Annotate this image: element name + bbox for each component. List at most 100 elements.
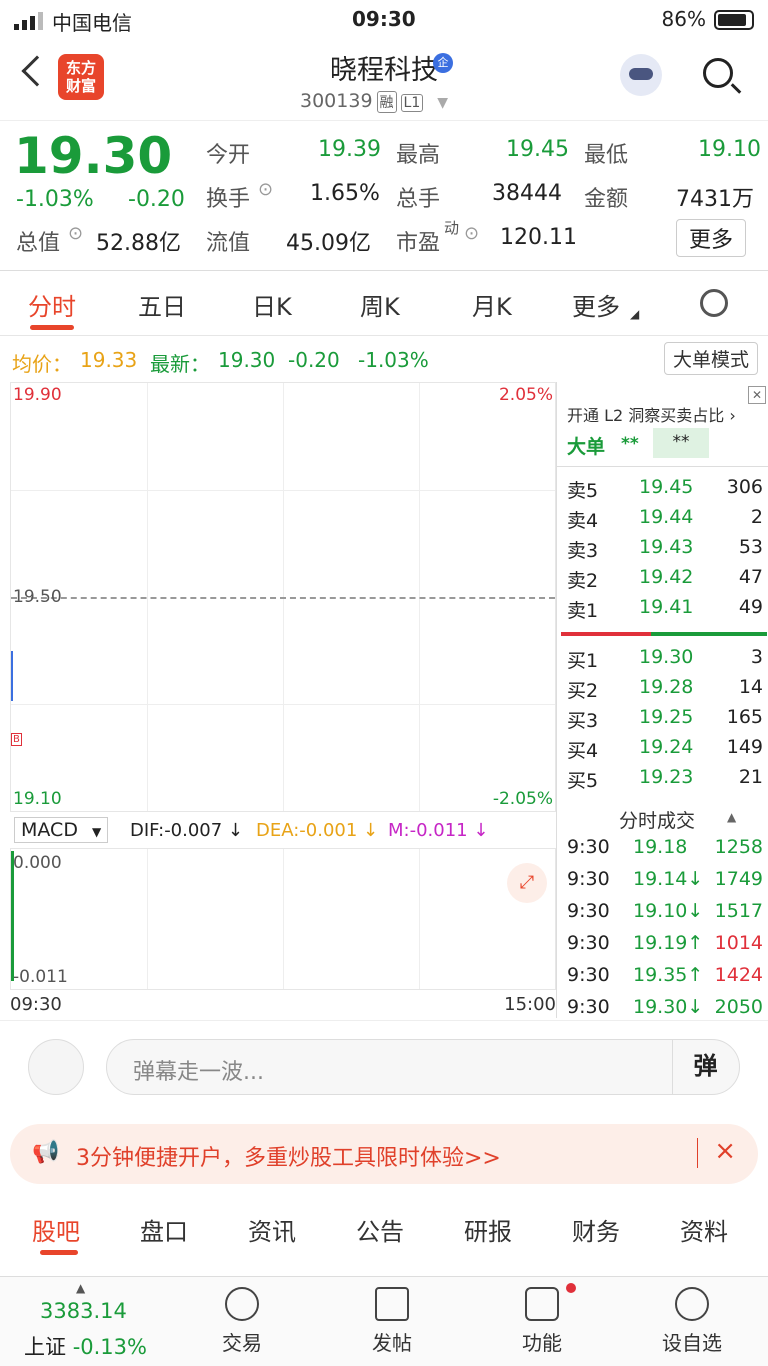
level-price: 19.25 bbox=[639, 706, 694, 728]
info-icon[interactable]: ⊙ bbox=[258, 179, 273, 200]
change-amount: -0.20 bbox=[128, 187, 185, 212]
tab-profile[interactable]: 资料 bbox=[680, 1212, 728, 1247]
current-price: 19.30 bbox=[14, 127, 173, 185]
pct-axis-top: 2.05% bbox=[498, 385, 553, 405]
order-book-panel: 开通 L2 洞察买卖占比 › ✕ 大单 ** ** 卖5 19.45 306 卖4 19… bbox=[556, 382, 768, 1018]
nav-add-watchlist[interactable]: 设自选 bbox=[642, 1287, 742, 1356]
ask-row: 卖4 19.44 2 bbox=[567, 506, 763, 534]
account-open-banner[interactable]: 📢 3分钟便捷开户，多重炒股工具限时体验>> × bbox=[10, 1124, 758, 1184]
assistant-robot-icon[interactable] bbox=[620, 54, 662, 96]
tab-daily-k[interactable]: 日K bbox=[252, 287, 292, 322]
low-value: 19.10 bbox=[698, 137, 761, 162]
float-cap-value: 45.09亿 bbox=[286, 231, 371, 256]
big-order-mode-button[interactable]: 大单模式 bbox=[663, 342, 758, 375]
level-volume: 53 bbox=[738, 536, 763, 558]
tab-intraday[interactable]: 分时 bbox=[28, 287, 76, 322]
trade-time: 9:30 bbox=[567, 996, 610, 1018]
collapse-icon[interactable]: ▲ bbox=[727, 810, 736, 824]
tab-order-book[interactable]: 盘口 bbox=[140, 1212, 188, 1247]
indicator-select[interactable]: MACD ▼ bbox=[14, 817, 109, 843]
tab-weekly-k[interactable]: 周K bbox=[360, 287, 400, 322]
level-price: 19.28 bbox=[639, 676, 694, 698]
danmu-bar: 弹幕走一波... 弹 bbox=[0, 1020, 768, 1110]
danmu-input[interactable]: 弹幕走一波... bbox=[106, 1039, 740, 1095]
volume-value: 38444 bbox=[492, 181, 562, 206]
tab-guba[interactable]: 股吧 bbox=[32, 1212, 80, 1247]
macd-chart[interactable]: 0.000 -0.011 ⤢ bbox=[10, 848, 556, 990]
search-icon[interactable] bbox=[703, 58, 733, 88]
low-label: 最低 bbox=[584, 143, 629, 168]
level-price: 19.24 bbox=[639, 736, 694, 758]
avg-value: 19.33 bbox=[80, 348, 138, 372]
intraday-chart[interactable]: 19.90 19.50 19.10 2.05% -2.05% B bbox=[10, 382, 556, 812]
level-volume: 21 bbox=[738, 766, 763, 788]
promo-text[interactable]: 3分钟便捷开户，多重炒股工具限时体验>> bbox=[76, 1140, 501, 1172]
settings-gear-icon[interactable] bbox=[700, 289, 728, 317]
trade-row: 9:30 19.14↓ 1749 bbox=[567, 868, 763, 896]
close-icon[interactable]: ✕ bbox=[748, 386, 766, 404]
nav-post[interactable]: 发帖 bbox=[342, 1287, 442, 1356]
battery-icon bbox=[714, 10, 754, 30]
info-icon[interactable]: ⊙ bbox=[464, 223, 479, 244]
close-icon[interactable]: × bbox=[714, 1136, 736, 1166]
ask-ratio-bar bbox=[561, 632, 651, 636]
info-icon[interactable]: ⊙ bbox=[68, 223, 83, 244]
tab-research[interactable]: 研报 bbox=[464, 1212, 512, 1247]
expand-icon[interactable]: ⤢ bbox=[507, 863, 547, 903]
avg-label: 均价： bbox=[12, 352, 72, 376]
trade-row: 9:30 19.19↑ 1014 bbox=[567, 932, 763, 960]
ask-row: 卖2 19.42 47 bbox=[567, 566, 763, 594]
trade-time: 9:30 bbox=[567, 868, 610, 890]
index-value[interactable]: 3383.14 bbox=[40, 1299, 127, 1323]
trades-title[interactable]: 分时成交 bbox=[619, 806, 695, 833]
danmu-toggle-button[interactable]: 弹 bbox=[672, 1039, 738, 1095]
battery-percent: 86% bbox=[661, 7, 706, 31]
volume-label: 总手 bbox=[396, 187, 441, 212]
trade-volume: 1749 bbox=[714, 868, 763, 890]
tab-news[interactable]: 资讯 bbox=[248, 1212, 296, 1247]
level-price: 19.23 bbox=[639, 766, 694, 788]
level-price: 19.43 bbox=[639, 536, 694, 558]
tab-underline bbox=[40, 1250, 78, 1255]
tab-more[interactable]: 更多 bbox=[572, 287, 620, 322]
level-volume: 47 bbox=[738, 566, 763, 588]
carrier: 中国电信 bbox=[52, 11, 132, 35]
more-button[interactable]: 更多 bbox=[676, 219, 747, 257]
level-label: 买1 bbox=[567, 650, 599, 672]
trade-time: 9:30 bbox=[567, 900, 610, 922]
bid-row: 买1 19.30 3 bbox=[567, 646, 763, 674]
latest-value: 19.30 bbox=[218, 348, 276, 372]
turnover-label: 换手 bbox=[206, 187, 251, 212]
tab-announcements[interactable]: 公告 bbox=[356, 1212, 404, 1247]
trade-volume: 1424 bbox=[714, 964, 763, 986]
high-value: 19.45 bbox=[506, 137, 569, 162]
signal-icon bbox=[14, 12, 43, 30]
arrow-up-icon: ▲ bbox=[76, 1281, 86, 1295]
level-price: 19.45 bbox=[639, 476, 694, 498]
tab-five-day[interactable]: 五日 bbox=[138, 287, 186, 322]
level-price: 19.44 bbox=[639, 506, 694, 528]
big-order-ratio: ** bbox=[653, 428, 709, 458]
macd-dif: DIF:-0.007 ↓ bbox=[130, 820, 244, 841]
price-summary-line: 均价： 19.33 最新： 19.30 -0.20 -1.03% 大单模式 bbox=[0, 336, 768, 382]
level-price: 19.41 bbox=[639, 596, 694, 618]
level-label: 卖3 bbox=[567, 540, 599, 562]
buy-marker: B bbox=[11, 733, 22, 746]
danmu-settings-icon[interactable] bbox=[28, 1039, 84, 1095]
trade-volume: 1258 bbox=[714, 836, 763, 858]
l2-promo-link[interactable]: 开通 L2 洞察买卖占比 › bbox=[567, 402, 736, 426]
index-summary[interactable]: 上证 -0.13% bbox=[24, 1331, 147, 1361]
level-label: 买3 bbox=[567, 710, 599, 732]
level-label: 卖1 bbox=[567, 600, 599, 622]
time-end: 15:00 bbox=[504, 994, 556, 1015]
chart-tabs: 分时 五日 日K 周K 月K 更多 ◢ bbox=[0, 270, 768, 336]
stock-code[interactable]: 300139 融 L1 ▼ bbox=[300, 90, 448, 113]
amount-label: 金额 bbox=[584, 187, 629, 212]
nav-trade[interactable]: 交易 bbox=[192, 1287, 292, 1356]
tab-finance[interactable]: 财务 bbox=[572, 1212, 620, 1247]
nav-functions[interactable]: 功能 bbox=[492, 1287, 592, 1356]
tab-monthly-k[interactable]: 月K bbox=[472, 287, 512, 322]
time-start: 09:30 bbox=[10, 994, 62, 1015]
trade-volume: 1517 bbox=[714, 900, 763, 922]
total-cap-label: 总值 bbox=[16, 231, 61, 256]
